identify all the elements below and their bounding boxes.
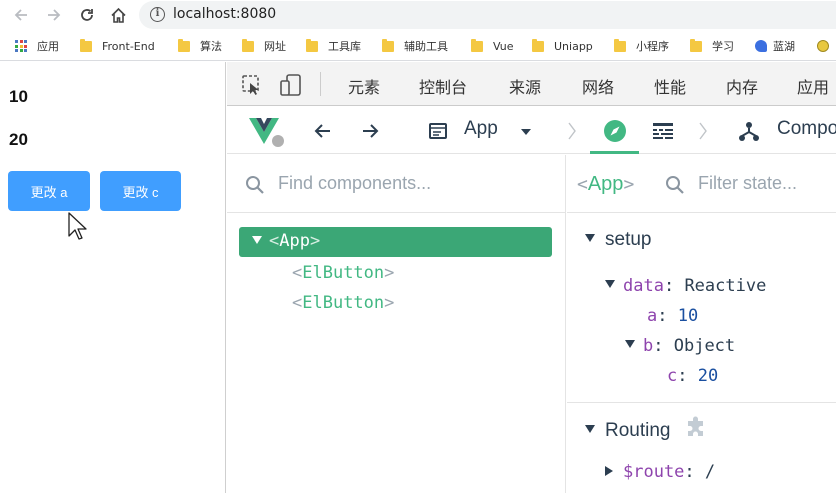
folder-icon	[306, 38, 318, 52]
inspect-element-icon[interactable]	[241, 74, 263, 96]
reload-icon[interactable]	[76, 4, 98, 26]
folder-icon	[690, 38, 702, 52]
bookmark-vue[interactable]: Vue	[471, 38, 514, 54]
tab-elements[interactable]: 元素	[348, 74, 380, 98]
selected-component-title: <App>	[577, 173, 635, 195]
dropdown-caret-icon[interactable]	[520, 128, 532, 136]
folder-icon	[382, 38, 394, 52]
bookmark-aux-tools[interactable]: 辅助工具	[382, 38, 448, 54]
filter-state-input[interactable]: Filter state...	[698, 173, 797, 194]
folder-icon	[614, 38, 626, 52]
section-divider	[567, 402, 836, 403]
value-a-text: 10	[9, 87, 28, 106]
search-icon	[666, 176, 684, 194]
tab-sources[interactable]: 来源	[509, 74, 541, 98]
tab-console[interactable]: 控制台	[419, 74, 467, 98]
state-row-a[interactable]: a: 10	[647, 306, 698, 326]
devtools-panel: 元素 控制台 来源 网络 性能 内存 应用 App Compo Find com…	[227, 62, 836, 493]
site-info-icon[interactable]: i	[150, 7, 165, 22]
bookmarks-bar: 应用 Front-End 算法 网址 工具库 辅助工具 Vue Uniapp 小…	[0, 31, 836, 61]
setup-section-header[interactable]: setup	[585, 229, 651, 251]
forward-icon[interactable]	[43, 4, 65, 26]
component-tree-panel: Find components... <App> <ElButton> <ElB…	[227, 155, 566, 493]
change-a-button[interactable]: 更改 a	[8, 171, 90, 211]
active-tab-indicator	[590, 151, 639, 154]
state-row-b[interactable]: b: Object	[625, 336, 735, 356]
bookmark-miniprogram[interactable]: 小程序	[614, 38, 669, 54]
state-row-data[interactable]: data: Reactive	[605, 276, 766, 296]
tab-application[interactable]: 应用	[797, 74, 829, 98]
tab-performance[interactable]: 性能	[654, 74, 686, 98]
home-icon[interactable]	[107, 4, 129, 26]
tree-row-elbutton[interactable]: <ElButton>	[292, 289, 394, 319]
bookmark-tool-library[interactable]: 工具库	[306, 38, 361, 54]
mouse-cursor-icon	[68, 212, 87, 240]
folder-icon	[471, 38, 483, 52]
back-arrow-icon[interactable]	[313, 121, 333, 141]
folder-icon	[242, 38, 254, 52]
apps-grid-icon	[15, 40, 27, 52]
tab-memory[interactable]: 内存	[726, 74, 758, 98]
vue-logo-icon	[249, 118, 284, 147]
devtools-tab-bar: 元素 控制台 来源 网络 性能 内存 应用	[227, 62, 836, 106]
breadcrumb-chevron-icon	[699, 122, 707, 140]
forward-arrow-icon[interactable]	[360, 121, 380, 141]
expand-caret-icon[interactable]	[251, 235, 263, 245]
bookmark-extra[interactable]	[817, 38, 829, 54]
bookmark-uniapp[interactable]: Uniapp	[532, 38, 593, 54]
vue-devtools-toolbar: App Compo	[227, 107, 836, 154]
lanhu-icon	[755, 40, 767, 52]
tree-row-elbutton[interactable]: <ElButton>	[292, 259, 394, 289]
address-bar[interactable]: i localhost:8080	[139, 1, 836, 29]
routing-section-header[interactable]: Routing	[585, 416, 708, 442]
state-row-c[interactable]: c: 20	[667, 366, 718, 386]
expand-caret-icon[interactable]	[605, 466, 613, 476]
state-inspector-panel: <App> Filter state... setup data: Reacti…	[567, 155, 836, 493]
url-text: localhost:8080	[173, 6, 277, 22]
components-label[interactable]: Compo	[777, 118, 836, 140]
value-c-text: 20	[9, 130, 28, 149]
bookmark-urls[interactable]: 网址	[242, 38, 286, 54]
bookmark-lanhu[interactable]: 蓝湖	[755, 38, 795, 54]
tree-row-app[interactable]: <App>	[239, 227, 552, 257]
bookmark-study[interactable]: 学习	[690, 38, 734, 54]
browser-toolbar: i localhost:8080	[0, 0, 836, 30]
folder-icon	[532, 38, 544, 52]
collapse-caret-icon[interactable]	[585, 234, 595, 242]
folder-icon	[80, 38, 92, 52]
breadcrumb-chevron-icon	[568, 122, 576, 140]
inspector-compass-icon[interactable]	[603, 119, 627, 143]
plugin-puzzle-icon	[687, 416, 703, 436]
component-search[interactable]: Find components...	[227, 155, 566, 213]
collapse-caret-icon[interactable]	[585, 425, 595, 433]
timeline-icon[interactable]	[652, 122, 674, 140]
app-viewport: 10 20 更改 a 更改 c	[0, 62, 226, 493]
component-search-input[interactable]: Find components...	[278, 173, 431, 194]
bookmark-extra-icon	[817, 40, 829, 52]
bookmark-front-end[interactable]: Front-End	[80, 38, 155, 54]
back-icon[interactable]	[10, 4, 32, 26]
bookmark-apps[interactable]: 应用	[15, 38, 59, 54]
collapse-caret-icon[interactable]	[605, 280, 615, 288]
folder-icon	[178, 38, 190, 52]
bookmark-algorithm[interactable]: 算法	[178, 38, 222, 54]
change-c-button[interactable]: 更改 c	[100, 171, 181, 211]
state-row-route[interactable]: $route: /	[605, 462, 715, 482]
app-selector[interactable]: App	[464, 118, 498, 140]
collapse-caret-icon[interactable]	[625, 340, 635, 348]
toolbar-divider	[320, 72, 321, 96]
components-tree-icon	[739, 122, 759, 141]
app-window-icon	[429, 123, 447, 139]
device-toolbar-icon[interactable]	[279, 73, 303, 97]
search-icon	[246, 176, 264, 194]
state-header: <App> Filter state...	[567, 155, 836, 213]
tab-network[interactable]: 网络	[582, 74, 614, 98]
